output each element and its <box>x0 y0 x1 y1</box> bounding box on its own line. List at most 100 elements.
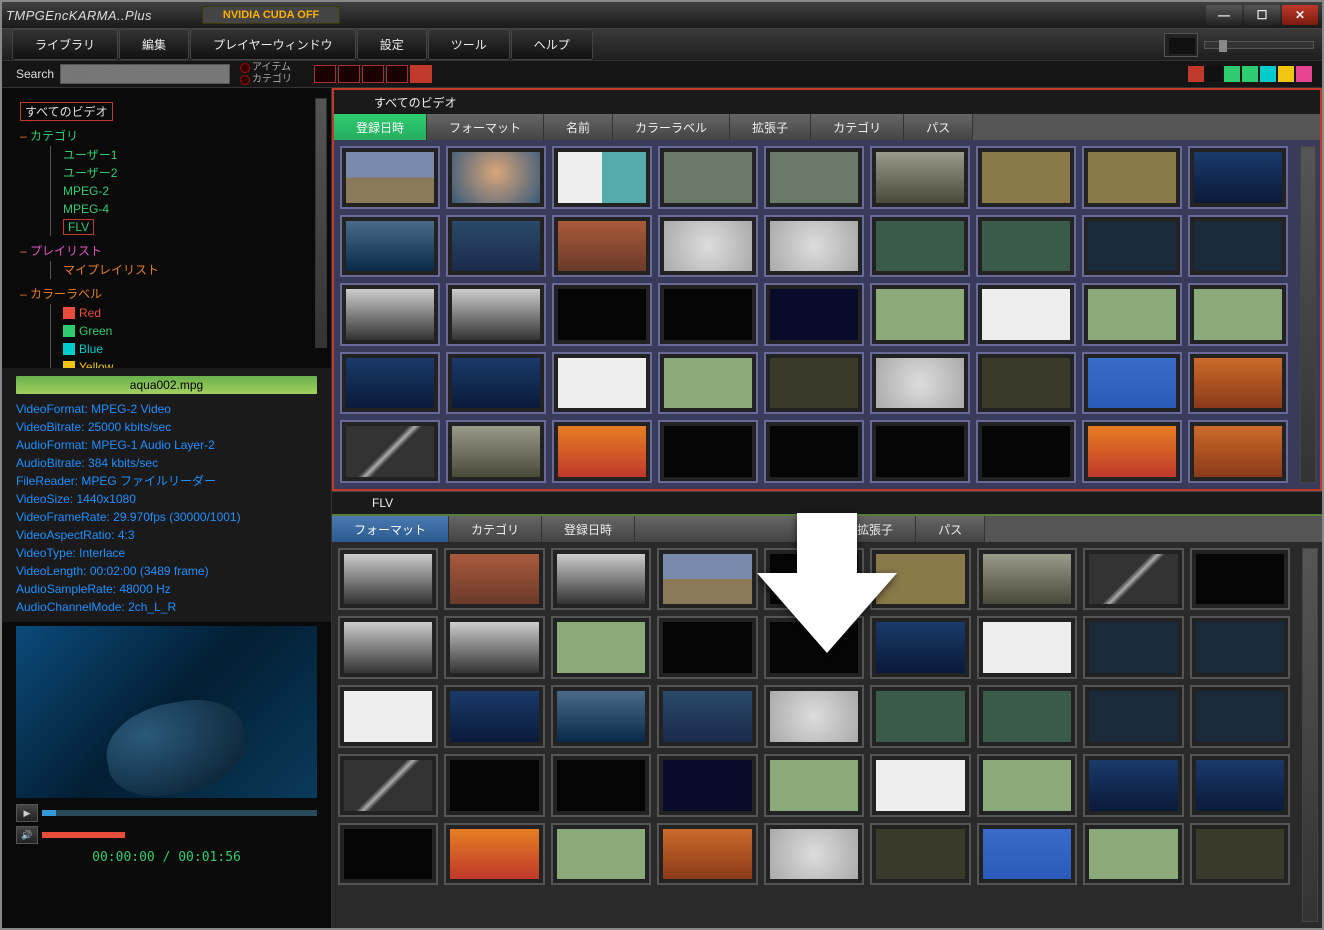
thumbnail[interactable] <box>658 215 758 278</box>
thumbnail[interactable] <box>340 352 440 415</box>
thumbnail[interactable] <box>1188 146 1288 209</box>
thumbnail[interactable] <box>870 685 970 748</box>
thumbnail[interactable] <box>1083 823 1183 886</box>
thumbnail[interactable] <box>444 548 544 611</box>
menu-settings[interactable]: 設定 <box>357 29 427 60</box>
view-mode-3[interactable] <box>362 65 384 83</box>
view-mode-1[interactable] <box>314 65 336 83</box>
bottom-grid-scrollbar[interactable] <box>1302 548 1318 923</box>
tree-blue[interactable]: Blue <box>50 340 325 358</box>
minimize-button[interactable]: — <box>1206 5 1242 25</box>
thumbnail[interactable] <box>446 352 546 415</box>
thumbnail[interactable] <box>977 823 1077 886</box>
tree-flv[interactable]: FLV <box>63 219 94 235</box>
tab-top-category[interactable]: カテゴリ <box>811 114 904 140</box>
maximize-button[interactable]: ☐ <box>1244 5 1280 25</box>
thumbnail[interactable] <box>657 823 757 886</box>
thumbnail[interactable] <box>1188 283 1288 346</box>
menu-help[interactable]: ヘルプ <box>511 29 593 60</box>
thumbnail[interactable] <box>764 352 864 415</box>
tab-top-colorlabel[interactable]: カラーラベル <box>613 114 730 140</box>
play-button[interactable]: ▶ <box>16 804 38 822</box>
thumbnail[interactable] <box>977 548 1077 611</box>
thumbnail-size-slider[interactable] <box>1204 41 1314 49</box>
thumbnail[interactable] <box>1188 420 1288 483</box>
tab-bot-format[interactable]: フォーマット <box>332 516 449 542</box>
tree-playlist-header[interactable]: プレイリスト <box>30 244 102 258</box>
thumbnail[interactable] <box>870 420 970 483</box>
thumbnail[interactable] <box>870 215 970 278</box>
thumbnail[interactable] <box>976 283 1076 346</box>
thumbnail[interactable] <box>764 420 864 483</box>
thumbnail[interactable] <box>340 283 440 346</box>
thumbnail[interactable] <box>1190 754 1290 817</box>
thumbnail[interactable] <box>446 283 546 346</box>
search-input[interactable] <box>60 64 230 84</box>
tab-top-name[interactable]: 名前 <box>544 114 613 140</box>
thumbnail[interactable] <box>657 685 757 748</box>
thumbnail[interactable] <box>1190 616 1290 679</box>
thumbnail[interactable] <box>870 283 970 346</box>
tree-user2[interactable]: ユーザー2 <box>50 164 325 182</box>
thumbnail[interactable] <box>870 823 970 886</box>
thumbnail[interactable] <box>340 420 440 483</box>
thumbnail[interactable] <box>551 616 651 679</box>
thumbnail[interactable] <box>658 352 758 415</box>
thumbnail[interactable] <box>444 754 544 817</box>
thumbnail[interactable] <box>1082 146 1182 209</box>
thumbnail[interactable] <box>870 146 970 209</box>
thumbnail[interactable] <box>446 146 546 209</box>
thumbnail[interactable] <box>977 685 1077 748</box>
thumbnail[interactable] <box>552 420 652 483</box>
swatch-red[interactable] <box>1188 66 1204 82</box>
tree-green[interactable]: Green <box>50 322 325 340</box>
menu-player-window[interactable]: プレイヤーウィンドウ <box>190 29 356 60</box>
thumbnail[interactable] <box>1190 685 1290 748</box>
thumbnail[interactable] <box>338 823 438 886</box>
radio-category-icon[interactable] <box>240 75 250 85</box>
thumbnail[interactable] <box>1083 548 1183 611</box>
view-mode-2[interactable] <box>338 65 360 83</box>
menu-edit[interactable]: 編集 <box>119 29 189 60</box>
tree-mpeg2[interactable]: MPEG-2 <box>50 182 325 200</box>
thumbnail[interactable] <box>551 754 651 817</box>
menu-tools[interactable]: ツール <box>428 29 510 60</box>
thumbnail[interactable] <box>551 823 651 886</box>
swatch-green1[interactable] <box>1224 66 1240 82</box>
mini-player-icon[interactable] <box>1164 33 1198 57</box>
tab-top-format[interactable]: フォーマット <box>427 114 544 140</box>
thumbnail[interactable] <box>444 616 544 679</box>
close-button[interactable]: ✕ <box>1282 5 1318 25</box>
thumbnail[interactable] <box>764 283 864 346</box>
thumbnail[interactable] <box>1082 283 1182 346</box>
radio-item-icon[interactable] <box>240 63 250 73</box>
thumbnail[interactable] <box>1083 616 1183 679</box>
tab-bot-date[interactable]: 登録日時 <box>542 516 635 542</box>
thumbnail[interactable] <box>658 283 758 346</box>
tab-top-date[interactable]: 登録日時 <box>334 114 427 140</box>
tab-top-path[interactable]: パス <box>904 114 973 140</box>
swatch-black[interactable] <box>1206 66 1222 82</box>
tree-root[interactable]: すべてのビデオ <box>20 102 113 121</box>
tab-top-ext[interactable]: 拡張子 <box>730 114 811 140</box>
thumbnail[interactable] <box>338 754 438 817</box>
thumbnail[interactable] <box>552 283 652 346</box>
tab-bot-category[interactable]: カテゴリ <box>449 516 542 542</box>
tree-yellow[interactable]: Yellow <box>50 358 325 368</box>
thumbnail[interactable] <box>552 215 652 278</box>
thumbnail[interactable] <box>551 685 651 748</box>
view-mode-5[interactable] <box>410 65 432 83</box>
thumbnail[interactable] <box>444 823 544 886</box>
thumbnail[interactable] <box>977 754 1077 817</box>
menu-library[interactable]: ライブラリ <box>12 29 118 60</box>
thumbnail[interactable] <box>551 548 651 611</box>
thumbnail[interactable] <box>870 352 970 415</box>
thumbnail[interactable] <box>1188 352 1288 415</box>
view-mode-4[interactable] <box>386 65 408 83</box>
thumbnail[interactable] <box>764 685 864 748</box>
tree-category-header[interactable]: カテゴリ <box>30 129 78 143</box>
thumbnail[interactable] <box>976 352 1076 415</box>
thumbnail[interactable] <box>870 754 970 817</box>
thumbnail[interactable] <box>658 420 758 483</box>
thumbnail[interactable] <box>657 754 757 817</box>
